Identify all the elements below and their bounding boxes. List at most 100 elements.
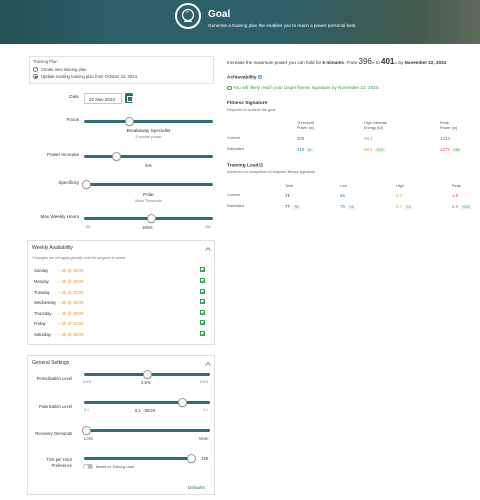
periodization-label: Periodization Level — [36, 376, 72, 381]
polarization-max: 0.1 — [203, 408, 208, 412]
day-value[interactable]: ~ 2h @ 19:00 — [58, 268, 83, 273]
periodization-slider-thumb[interactable] — [142, 370, 152, 379]
load-estimated-peak: 2.0 — [452, 204, 459, 209]
polarization-value: 0.1 - 80/20 — [135, 408, 156, 413]
fitness-title: Fitness Signature — [227, 101, 268, 106]
day-value[interactable]: ~ 2h @ 19:00 — [58, 279, 83, 284]
achievability-title: Achievability? — [227, 75, 262, 80]
periodization-value: 2.5% — [141, 380, 151, 385]
check-circle-icon — [227, 85, 232, 91]
polarization-label: Polarization Level — [38, 404, 72, 409]
header-photo-bg — [280, 0, 480, 44]
load-col-low: Low — [340, 184, 347, 188]
tss-slider-track[interactable] — [84, 457, 194, 460]
specificity-slider-thumb[interactable] — [82, 180, 92, 189]
power-increase-label: Power Increase — [47, 152, 79, 157]
fitness-estimated-threshold: 310 — [297, 147, 305, 152]
day-value[interactable]: ~ 2h @ 19:00 — [58, 332, 83, 337]
day-checkbox[interactable] — [200, 278, 205, 283]
focus-label: Focus — [66, 117, 79, 122]
load-estimated-label: Estimated — [227, 204, 244, 208]
fitness-col-threshold-unit: Power (w) — [297, 126, 315, 130]
load-col-peak: Peak — [452, 184, 461, 188]
focus-slider-track[interactable] — [84, 120, 213, 123]
summary-to-value: 401 — [381, 57, 395, 66]
help-icon[interactable]: ? — [257, 75, 262, 79]
day-checkbox[interactable] — [200, 289, 205, 294]
day-checkbox[interactable] — [200, 267, 205, 272]
radio-create-new[interactable] — [33, 67, 38, 72]
day-label: Friday — [34, 321, 46, 326]
specificity-slider-track[interactable] — [84, 183, 213, 186]
specificity-value: Polar — [143, 192, 154, 197]
defaults-button[interactable]: Defaults — [188, 485, 205, 490]
day-value[interactable]: ~ 2h @ 19:00 — [58, 321, 83, 326]
recovery-min: Less — [84, 436, 93, 441]
day-checkbox[interactable] — [200, 320, 205, 325]
day-label: Tuesday — [34, 290, 50, 295]
day-value[interactable]: ~ 2h @ 19:00 — [58, 311, 83, 316]
fitness-current-hie: 28.4 — [364, 136, 373, 141]
toggle-label: Based on Training Load — [96, 465, 134, 469]
load-title: Training Load? — [227, 163, 264, 169]
polarization-slider-thumb[interactable] — [177, 398, 187, 407]
calendar-icon[interactable] — [125, 93, 133, 103]
summary-by-date: November 22, 2024 — [404, 60, 447, 65]
tss-value: 150 — [201, 456, 209, 461]
header-bg-left — [0, 0, 120, 44]
focus-sub: 5 minute power — [135, 135, 162, 139]
fitness-estimated-peak: 1273 — [440, 147, 450, 152]
periodization-min: 0.0% — [83, 380, 92, 384]
fitness-col-hie: High Intensity — [364, 121, 388, 125]
day-checkbox[interactable] — [200, 299, 205, 304]
load-col-high: High — [396, 184, 404, 188]
load-current-low: 66 — [340, 193, 345, 198]
date-label: Date — [69, 94, 79, 99]
fitness-col-peak: Peak — [440, 121, 449, 125]
training-plan-title: Training Plan — [33, 59, 58, 64]
max-weekly-max: 25h — [205, 225, 211, 229]
load-estimated-low: 70 — [340, 204, 345, 209]
power-increase-value: 5% — [145, 163, 152, 168]
header-banner: Goal Generate a training plan the enable… — [0, 0, 480, 44]
achievability-message-row: You will likely reach your target fitnes… — [227, 85, 380, 91]
radio-update-existing[interactable] — [33, 74, 38, 79]
load-current-total: 71 — [285, 193, 290, 198]
summary-duration: 5 minutes — [322, 60, 344, 65]
specificity-sub: More Threshold — [135, 199, 162, 203]
power-increase-slider-thumb[interactable] — [111, 152, 121, 161]
focus-value: Breakaway Specialist — [126, 128, 171, 133]
polarization-slider-track[interactable] — [84, 401, 210, 404]
load-delta-badge: +4 — [348, 204, 355, 210]
recovery-slider-track[interactable] — [84, 429, 210, 432]
summary-prefix: Increase the maximum power you can hold … — [227, 60, 322, 65]
max-weekly-min: 4h — [86, 225, 90, 229]
fitness-current-threshold: 306 — [297, 136, 305, 141]
day-checkbox[interactable] — [200, 310, 205, 315]
focus-slider-thumb[interactable] — [124, 117, 134, 126]
power-increase-slider-track[interactable] — [84, 155, 213, 158]
load-estimated-total: 77 — [285, 204, 290, 209]
day-value[interactable]: ~ 2h @ 19:00 — [58, 300, 83, 305]
polarization-min: 0.1 — [84, 408, 89, 412]
load-current-label: Current — [227, 193, 240, 197]
training-load-toggle[interactable] — [83, 464, 93, 469]
radio-create-new-label: Create new training plan — [41, 67, 87, 72]
max-weekly-slider-thumb[interactable] — [146, 214, 156, 223]
load-title-text: Training Load — [227, 163, 259, 169]
specificity-label: Specificity — [58, 180, 79, 185]
summary-from-value: 396 — [358, 57, 372, 66]
help-icon[interactable]: ? — [259, 163, 264, 167]
fitness-delta-badge: +39 — [452, 147, 461, 153]
recovery-label: Recovery Demands — [35, 431, 72, 436]
fitness-delta-badge: +0.7 — [375, 147, 385, 153]
load-col-total: Total — [285, 184, 294, 188]
day-checkbox[interactable] — [200, 331, 205, 336]
recovery-max: More — [199, 436, 209, 441]
date-input[interactable]: 22 Nov 2024 — [84, 93, 122, 104]
achievability-title-text: Achievability — [227, 75, 257, 81]
recovery-slider-thumb[interactable] — [82, 426, 92, 435]
day-value[interactable]: ~ 2h @ 19:00 — [58, 290, 83, 295]
achievability-message: You will likely reach your target fitnes… — [233, 85, 380, 90]
page-subtitle: Generate a training plan the enables you… — [208, 23, 357, 28]
